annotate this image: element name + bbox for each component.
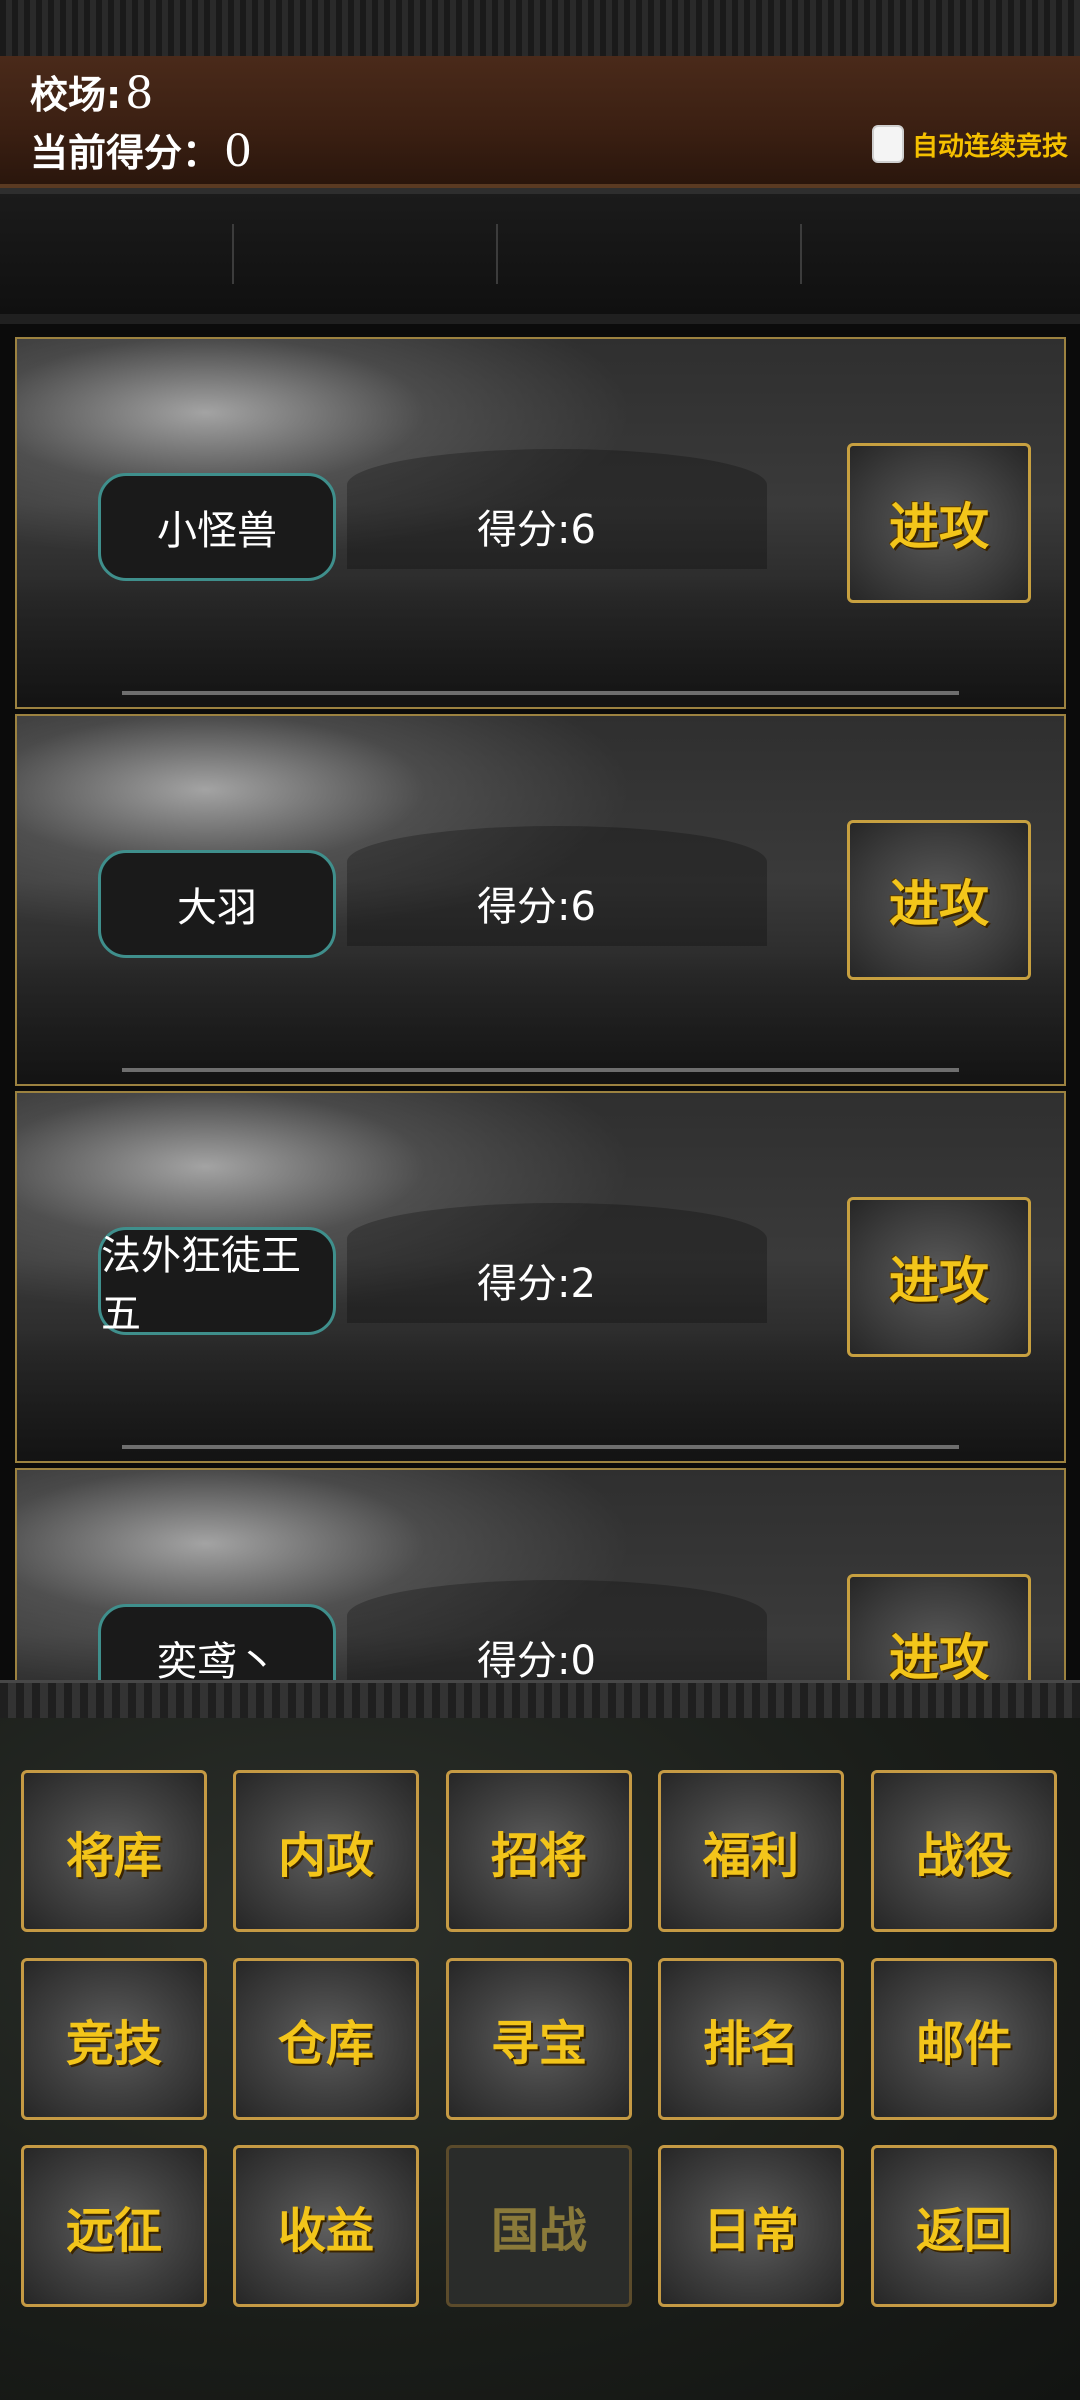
opponent-list[interactable]: 小怪兽 得分:6 进攻 大羽 得分:6 进攻 法外狂徒王五 得分:2 进攻 奕鸢… [15,337,1066,1680]
opponent-score: 得分:6 [477,507,596,553]
menu-button-treasure-hunt[interactable]: 寻宝 [446,1958,632,2120]
menu-button-national-war[interactable]: 国战 [446,2145,632,2307]
menu-button-internal-affairs[interactable]: 内政 [233,1770,419,1932]
opponent-score: 得分:0 [477,1638,596,1680]
menu-button-daily[interactable]: 日常 [658,2145,844,2307]
background-rail [121,691,960,695]
menu-button-arena[interactable]: 竞技 [21,1958,207,2120]
opponent-name: 奕鸢丶 [98,1604,336,1680]
tab-1[interactable] [0,224,232,284]
auto-continue-checkbox[interactable] [871,125,904,163]
field-value: 8 [125,68,154,119]
tab-bar [0,188,1080,324]
opponent-name: 大羽 [98,850,336,958]
score-line: 当前得分：0 [30,122,252,177]
menu-button-expedition[interactable]: 远征 [21,2145,207,2307]
top-decorative-strip [0,0,1080,59]
opponent-name: 小怪兽 [98,473,336,581]
menu-button-warehouse[interactable]: 仓库 [233,1958,419,2120]
opponent-row: 大羽 得分:6 进攻 [15,714,1066,1086]
main-menu: 将库 内政 招将 福利 战役 竞技 仓库 寻宝 排名 邮件 远征 收益 国战 日… [0,1718,1080,2400]
menu-button-mail[interactable]: 邮件 [871,1958,1057,2120]
background-rail [121,1445,960,1449]
opponent-score: 得分:2 [477,1261,596,1307]
field-line: 校场:8 [30,64,153,119]
menu-button-welfare[interactable]: 福利 [658,1770,844,1932]
opponent-row: 小怪兽 得分:6 进攻 [15,337,1066,709]
tab-2[interactable] [234,224,496,284]
tab-3[interactable] [498,224,800,284]
auto-continue-toggle[interactable]: 自动连续竞技 [871,122,1068,166]
attack-button[interactable]: 进攻 [847,1197,1031,1357]
menu-button-earnings[interactable]: 收益 [233,2145,419,2307]
menu-button-recruit[interactable]: 招将 [446,1770,632,1932]
attack-button[interactable]: 进攻 [847,820,1031,980]
info-bar: 校场:8 当前得分：0 自动连续竞技 [0,56,1080,188]
menu-button-campaign[interactable]: 战役 [871,1770,1057,1932]
background-rail [121,1068,960,1072]
field-label: 校场: [30,73,122,117]
attack-button[interactable]: 进攻 [847,1574,1031,1680]
menu-button-general-library[interactable]: 将库 [21,1770,207,1932]
opponent-name: 法外狂徒王五 [98,1227,336,1337]
opponent-row: 奕鸢丶 得分:0 进攻 [15,1468,1066,1680]
menu-button-back[interactable]: 返回 [871,2145,1057,2307]
tab-4[interactable] [802,224,1080,284]
opponent-row: 法外狂徒王五 得分:2 进攻 [15,1091,1066,1463]
opponent-score: 得分:6 [477,884,596,930]
score-value: 0 [224,126,253,177]
score-label: 当前得分： [30,131,221,175]
auto-continue-label: 自动连续竞技 [911,131,1068,162]
attack-button[interactable]: 进攻 [847,443,1031,603]
menu-button-ranking[interactable]: 排名 [658,1958,844,2120]
